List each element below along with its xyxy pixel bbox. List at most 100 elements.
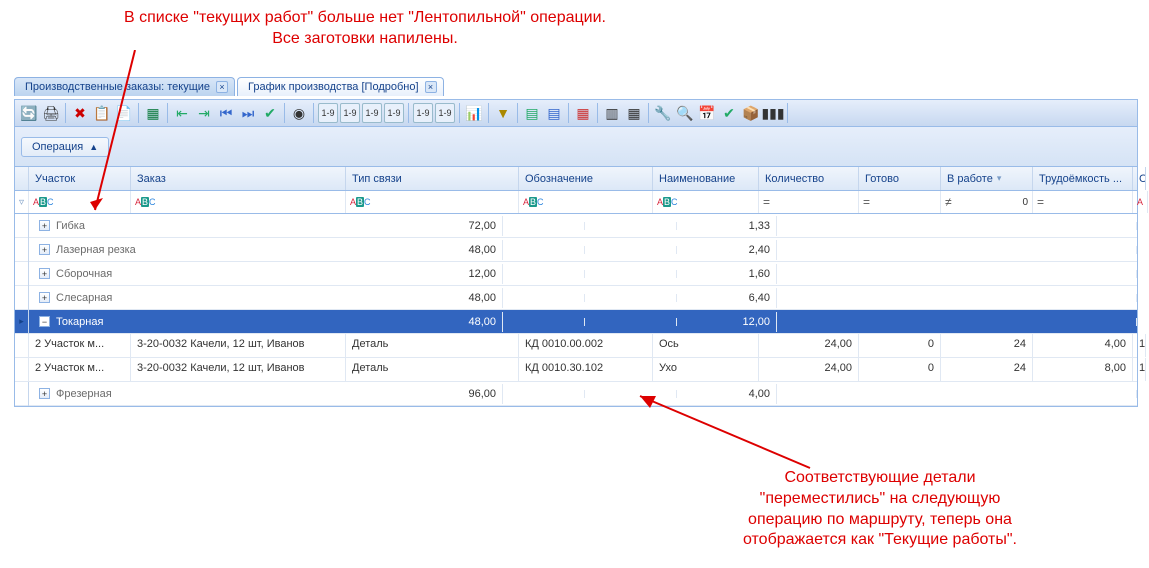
group-last bbox=[777, 318, 1137, 326]
table-blue-icon[interactable]: ▤ bbox=[544, 103, 564, 123]
group-labor: 6,40 bbox=[677, 288, 777, 308]
preset-2-icon[interactable]: 1-9 bbox=[340, 103, 360, 123]
collapse-icon[interactable]: − bbox=[39, 316, 50, 327]
cell-link-type: Деталь bbox=[346, 358, 519, 381]
preset-1-icon[interactable]: 1-9 bbox=[318, 103, 338, 123]
header-labor[interactable]: Трудоёмкость ... bbox=[1033, 167, 1133, 190]
filter-indicator-cell[interactable]: ▿ bbox=[15, 191, 29, 213]
filter-designation[interactable]: ABC bbox=[519, 191, 653, 213]
filter-in-work[interactable]: ≠ 0 bbox=[941, 191, 1033, 213]
preset-6-icon[interactable]: 1-9 bbox=[435, 103, 455, 123]
table-green-icon[interactable]: ▤ bbox=[522, 103, 542, 123]
cell-link-type: Деталь bbox=[346, 334, 519, 357]
cell-name: Ухо bbox=[653, 358, 759, 381]
cell-in-work: 24 bbox=[941, 334, 1033, 357]
ok-icon[interactable]: ✔ bbox=[260, 103, 280, 123]
group-done bbox=[503, 246, 585, 254]
group-last bbox=[777, 246, 1137, 254]
print-icon[interactable]: 🖨 bbox=[41, 103, 61, 123]
row-indicator bbox=[15, 382, 29, 406]
grid-icon[interactable]: ▦ bbox=[624, 103, 644, 123]
funnel-icon[interactable]: ▼ bbox=[493, 103, 513, 123]
cell-designation: КД 0010.00.002 bbox=[519, 334, 653, 357]
indent-icon[interactable]: ⇥ bbox=[194, 103, 214, 123]
group-done bbox=[503, 294, 585, 302]
filter-done[interactable]: = bbox=[859, 191, 941, 213]
tab-schedule-label: График производства [Подробно] bbox=[248, 81, 419, 93]
expand-icon[interactable]: + bbox=[39, 388, 50, 399]
chart-bar-icon[interactable]: 📊 bbox=[464, 103, 484, 123]
columns-icon[interactable]: ▥ bbox=[602, 103, 622, 123]
group-row-selected[interactable]: ▸ − Токарная 48,00 12,00 bbox=[15, 310, 1137, 334]
header-last[interactable]: С bbox=[1133, 167, 1146, 190]
annotation-top: В списке "текущих работ" больше нет "Лен… bbox=[40, 8, 690, 50]
cell-designation: КД 0010.30.102 bbox=[519, 358, 653, 381]
filter-in-work-value: 0 bbox=[1022, 197, 1028, 208]
filter-order[interactable]: ABC bbox=[131, 191, 346, 213]
tab-schedule[interactable]: График производства [Подробно] × bbox=[237, 77, 444, 96]
separator bbox=[568, 103, 569, 123]
header-qty[interactable]: Количество bbox=[759, 167, 859, 190]
abc-icon: ABC bbox=[33, 197, 54, 207]
group-in-work bbox=[585, 222, 677, 230]
separator bbox=[787, 103, 788, 123]
header-name[interactable]: Наименование bbox=[653, 167, 759, 190]
filter-name[interactable]: ABC bbox=[653, 191, 759, 213]
filter-link-type[interactable]: ABC bbox=[346, 191, 519, 213]
tools-icon[interactable]: 🔧 bbox=[653, 103, 673, 123]
group-in-work bbox=[585, 270, 677, 278]
cell-section: 2 Участок м... bbox=[29, 334, 131, 357]
group-qty: 72,00 bbox=[403, 216, 503, 236]
abc-icon: ABC bbox=[350, 197, 371, 207]
group-last bbox=[777, 270, 1137, 278]
expand-icon[interactable]: + bbox=[39, 292, 50, 303]
expand-icon[interactable]: + bbox=[39, 220, 50, 231]
chart-pie-icon[interactable]: ◉ bbox=[289, 103, 309, 123]
filter-qty[interactable]: = bbox=[759, 191, 859, 213]
box-icon[interactable]: 📦 bbox=[741, 103, 761, 123]
group-label: Слесарная bbox=[56, 292, 403, 304]
group-row[interactable]: + Гибка 72,00 1,33 bbox=[15, 214, 1137, 238]
group-in-work bbox=[585, 318, 677, 326]
preset-4-icon[interactable]: 1-9 bbox=[384, 103, 404, 123]
cell-name: Ось bbox=[653, 334, 759, 357]
expand-icon[interactable]: + bbox=[39, 268, 50, 279]
filter-last[interactable]: A bbox=[1133, 191, 1148, 213]
filter-labor[interactable]: = bbox=[1033, 191, 1133, 213]
preset-5-icon[interactable]: 1-9 bbox=[413, 103, 433, 123]
table-row[interactable]: 2 Участок м... 3-20-0032 Качели, 12 шт, … bbox=[15, 358, 1137, 382]
group-label: Фрезерная bbox=[56, 388, 403, 400]
go-next-icon[interactable]: ⏭ bbox=[238, 103, 258, 123]
separator bbox=[167, 103, 168, 123]
group-labor: 2,40 bbox=[677, 240, 777, 260]
outdent-icon[interactable]: ⇤ bbox=[172, 103, 192, 123]
calendar-icon[interactable]: 📅 bbox=[697, 103, 717, 123]
excel-icon[interactable]: ▦ bbox=[143, 103, 163, 123]
close-icon[interactable]: × bbox=[425, 81, 437, 93]
group-row[interactable]: + Сборочная 12,00 1,60 bbox=[15, 262, 1137, 286]
cell-done: 0 bbox=[859, 334, 941, 357]
header-done[interactable]: Готово bbox=[859, 167, 941, 190]
row-indicator bbox=[15, 334, 29, 357]
check-icon[interactable]: ✔ bbox=[719, 103, 739, 123]
table-row[interactable]: 2 Участок м... 3-20-0032 Качели, 12 шт, … bbox=[15, 334, 1137, 358]
arrow-bottom bbox=[630, 388, 820, 478]
preset-3-icon[interactable]: 1-9 bbox=[362, 103, 382, 123]
group-row[interactable]: + Лазерная резка 48,00 2,40 bbox=[15, 238, 1137, 262]
header-in-work[interactable]: В работе▾ bbox=[941, 167, 1033, 190]
go-prev-icon[interactable]: ⏮ bbox=[216, 103, 236, 123]
group-done bbox=[503, 318, 585, 326]
gantt-icon[interactable]: ▦ bbox=[573, 103, 593, 123]
group-row[interactable]: + Слесарная 48,00 6,40 bbox=[15, 286, 1137, 310]
close-icon[interactable]: × bbox=[216, 81, 228, 93]
header-link-type[interactable]: Тип связи bbox=[346, 167, 519, 190]
barcode-icon[interactable]: ▮▮▮ bbox=[763, 103, 783, 123]
search-icon[interactable]: 🔍 bbox=[675, 103, 695, 123]
header-order[interactable]: Заказ bbox=[131, 167, 346, 190]
header-designation[interactable]: Обозначение bbox=[519, 167, 653, 190]
group-row[interactable]: + Фрезерная 96,00 4,00 bbox=[15, 382, 1137, 406]
refresh-icon[interactable]: 🔄 bbox=[19, 103, 39, 123]
expand-icon[interactable]: + bbox=[39, 244, 50, 255]
grid-headers: Участок Заказ Тип связи Обозначение Наим… bbox=[14, 167, 1138, 191]
group-panel[interactable]: Операция ▲ bbox=[14, 127, 1138, 167]
